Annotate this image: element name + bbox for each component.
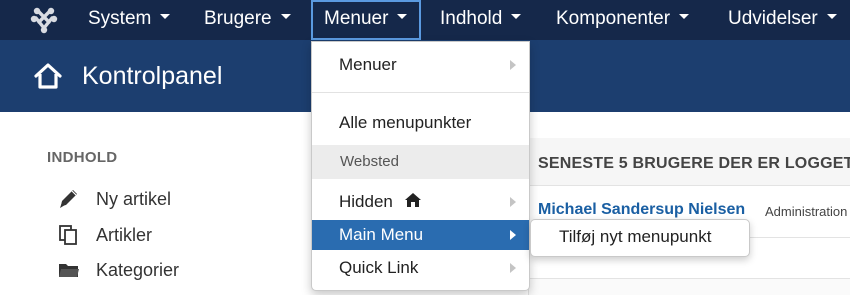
menu-item-menuer[interactable]: Menuer [312,50,529,80]
chevron-down-icon [679,14,690,20]
menuer-dropdown: Menuer Alle menupunkter Websted Hidden M… [311,41,530,291]
menu-item-main-menu[interactable]: Main Menu [312,220,529,250]
submenu-item-tilfoej-nyt-menupunkt[interactable]: Tilføj nyt menupunkt [531,220,749,256]
nav-brugere[interactable]: Brugere [204,0,291,40]
chevron-right-icon [510,230,516,240]
panel-next [528,278,850,295]
nav-indhold[interactable]: Indhold [440,0,522,40]
nav-indhold-label: Indhold [440,8,503,29]
panel-title: SENESTE 5 BRUGERE DER ER LOGGET IND [538,155,850,172]
menu-item-label: Main Menu [339,225,424,244]
main-menu-submenu: Tilføj nyt menupunkt [530,219,750,257]
nav-brugere-label: Brugere [204,8,272,29]
menu-section-header: Websted [312,145,529,179]
sidebar-item-label: Kategorier [96,260,180,280]
menu-item-label: Menuer [339,55,397,74]
nav-udvidelser[interactable]: Udvidelser [728,0,837,40]
nav-menuer-label: Menuer [324,8,389,29]
nav-menuer[interactable]: Menuer [311,0,422,40]
home-icon [34,63,62,89]
home-icon [404,193,421,207]
folder-icon [59,264,79,277]
chevron-right-icon [510,60,516,70]
nav-komponenter[interactable]: Komponenter [556,0,690,40]
nav-system-label: System [88,8,152,29]
menu-item-label: Quick Link [339,258,419,277]
copy-icon [59,225,77,245]
nav-system[interactable]: System [88,0,171,40]
chevron-down-icon [826,14,837,20]
chevron-down-icon [397,14,408,20]
chevron-right-icon [510,197,516,207]
chevron-down-icon [511,14,522,20]
menu-item-quick-link[interactable]: Quick Link [312,253,529,283]
user-name-link[interactable]: Michael Sandersup Nielsen [538,201,745,219]
chevron-down-icon [280,14,291,20]
top-navbar: System Brugere Menuer Indhold Komponente… [0,0,850,40]
pencil-icon [60,190,77,208]
sidebar-item-label: Ny artikel [96,189,172,209]
menu-item-hidden[interactable]: Hidden [312,187,529,217]
menu-item-alle-menupunkter[interactable]: Alle menupunkter [312,108,529,138]
page-title: Kontrolpanel [82,62,223,90]
menu-item-label: Alle menupunkter [339,113,472,132]
menu-divider [312,92,529,93]
menu-item-label: Hidden [339,192,393,211]
joomla-logo-icon[interactable] [30,6,58,34]
nav-komponenter-label: Komponenter [556,8,671,29]
sidebar-item-label: Artikler [96,225,153,245]
chevron-right-icon [510,263,516,273]
nav-udvidelser-label: Udvidelser [728,8,818,29]
chevron-down-icon [160,14,171,20]
sidebar-heading: INDHOLD [47,149,118,166]
user-role: Administration [765,204,848,219]
